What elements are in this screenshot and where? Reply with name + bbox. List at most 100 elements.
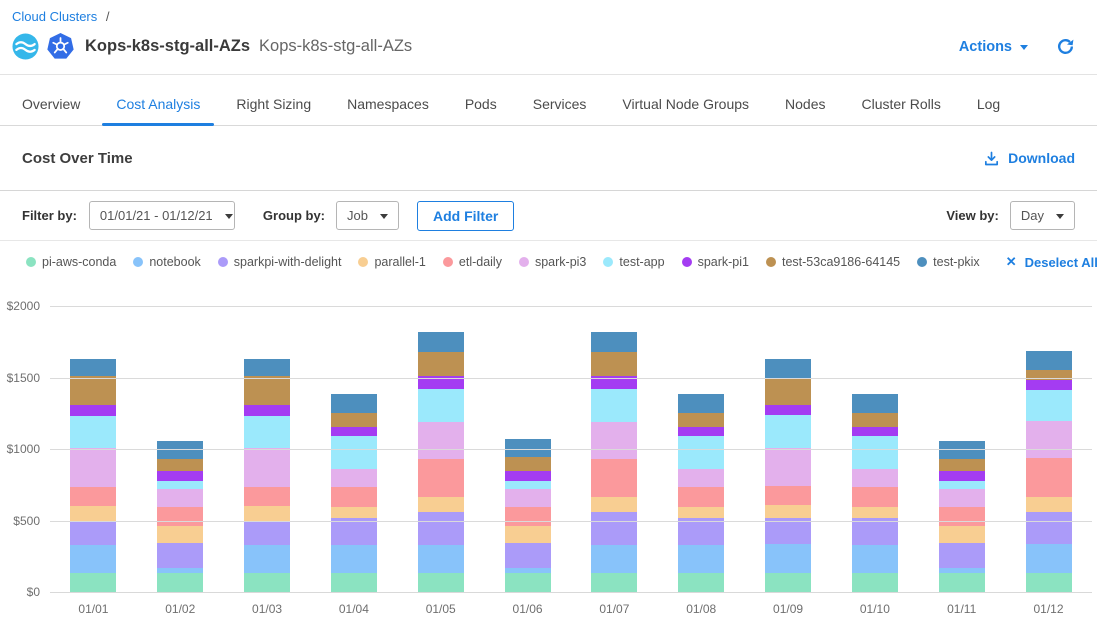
bar-segment-spark-pi1[interactable] [505, 471, 551, 481]
breadcrumb-cloud-clusters-link[interactable]: Cloud Clusters [12, 9, 97, 24]
bar-segment-parallel-1[interactable] [331, 507, 377, 519]
bar-segment-sparkpi-with-delight[interactable] [505, 543, 551, 569]
bar-segment-test-pkix[interactable] [765, 359, 811, 378]
bar-segment-pi-aws-conda[interactable] [505, 573, 551, 592]
view-by-select[interactable]: Day [1010, 201, 1075, 230]
bar-segment-parallel-1[interactable] [591, 497, 637, 512]
bar-segment-sparkpi-with-delight[interactable] [591, 512, 637, 545]
bar-segment-pi-aws-conda[interactable] [1026, 573, 1072, 592]
tab-right-sizing[interactable]: Right Sizing [222, 75, 325, 125]
bar-segment-test-53ca9186-64145[interactable] [418, 352, 464, 376]
bar-segment-spark-pi3[interactable] [505, 489, 551, 507]
bar-segment-notebook[interactable] [1026, 544, 1072, 573]
bar-segment-test-53ca9186-64145[interactable] [244, 376, 290, 405]
bar-segment-spark-pi3[interactable] [765, 448, 811, 486]
bar-segment-notebook[interactable] [591, 545, 637, 574]
bar-segment-spark-pi1[interactable] [244, 405, 290, 417]
bar-segment-test-53ca9186-64145[interactable] [505, 457, 551, 471]
bar-segment-test-app[interactable] [591, 389, 637, 422]
tab-nodes[interactable]: Nodes [771, 75, 839, 125]
legend-item-test-pkix[interactable]: test-pkix [917, 255, 980, 269]
bar-segment-pi-aws-conda[interactable] [418, 573, 464, 592]
bar-segment-test-app[interactable] [244, 416, 290, 448]
bar-segment-spark-pi1[interactable] [331, 427, 377, 436]
bar-segment-notebook[interactable] [678, 545, 724, 574]
bar-segment-sparkpi-with-delight[interactable] [765, 518, 811, 544]
bar-segment-test-pkix[interactable] [591, 332, 637, 351]
bar-segment-spark-pi3[interactable] [70, 448, 116, 487]
bar-segment-sparkpi-with-delight[interactable] [331, 518, 377, 545]
bar-segment-pi-aws-conda[interactable] [939, 573, 985, 592]
bar-segment-test-53ca9186-64145[interactable] [678, 413, 724, 427]
bar-segment-etl-daily[interactable] [591, 459, 637, 496]
bar-segment-test-app[interactable] [331, 436, 377, 468]
bar-segment-sparkpi-with-delight[interactable] [852, 518, 898, 545]
bar-segment-test-app[interactable] [418, 389, 464, 422]
bar-segment-spark-pi1[interactable] [678, 427, 724, 436]
bar-segment-test-pkix[interactable] [1026, 351, 1072, 370]
add-filter-button[interactable]: Add Filter [417, 201, 514, 231]
bar-segment-test-53ca9186-64145[interactable] [1026, 370, 1072, 380]
bar-segment-spark-pi3[interactable] [244, 448, 290, 487]
bar-segment-pi-aws-conda[interactable] [331, 573, 377, 592]
bar-segment-spark-pi1[interactable] [765, 405, 811, 415]
legend-item-test-app[interactable]: test-app [603, 255, 664, 269]
legend-item-sparkpi-with-delight[interactable]: sparkpi-with-delight [218, 255, 342, 269]
bar-segment-test-app[interactable] [505, 481, 551, 489]
bar-segment-test-pkix[interactable] [418, 332, 464, 351]
bar-segment-spark-pi3[interactable] [1026, 421, 1072, 458]
tab-pods[interactable]: Pods [451, 75, 511, 125]
bar-segment-test-app[interactable] [852, 436, 898, 468]
bar-segment-spark-pi3[interactable] [331, 469, 377, 487]
bar-segment-test-app[interactable] [765, 415, 811, 448]
download-button[interactable]: Download [983, 150, 1075, 167]
bar-segment-test-pkix[interactable] [678, 394, 724, 413]
bar-segment-test-53ca9186-64145[interactable] [331, 413, 377, 427]
bar-segment-test-app[interactable] [1026, 390, 1072, 421]
bar-segment-etl-daily[interactable] [1026, 458, 1072, 497]
group-by-select[interactable]: Job [336, 201, 399, 230]
bar-segment-spark-pi3[interactable] [852, 469, 898, 487]
tab-cost-analysis[interactable]: Cost Analysis [102, 75, 214, 125]
bar-segment-parallel-1[interactable] [852, 507, 898, 519]
bar-segment-test-53ca9186-64145[interactable] [157, 459, 203, 471]
bar-segment-etl-daily[interactable] [765, 486, 811, 505]
bar-segment-test-pkix[interactable] [505, 439, 551, 457]
bar-segment-parallel-1[interactable] [939, 526, 985, 543]
deselect-all-button[interactable]: ✕Deselect All [1006, 254, 1097, 270]
bar-segment-pi-aws-conda[interactable] [157, 573, 203, 592]
bar-segment-parallel-1[interactable] [157, 526, 203, 543]
bar-segment-notebook[interactable] [852, 545, 898, 574]
tab-cluster-rolls[interactable]: Cluster Rolls [847, 75, 954, 125]
bar-segment-test-pkix[interactable] [70, 359, 116, 376]
bar-segment-etl-daily[interactable] [418, 459, 464, 496]
legend-item-spark-pi1[interactable]: spark-pi1 [682, 255, 749, 269]
bar-segment-notebook[interactable] [244, 545, 290, 574]
tab-overview[interactable]: Overview [8, 75, 94, 125]
tab-services[interactable]: Services [519, 75, 601, 125]
bar-segment-parallel-1[interactable] [505, 526, 551, 543]
bar-segment-parallel-1[interactable] [765, 505, 811, 518]
legend-item-pi-aws-conda[interactable]: pi-aws-conda [26, 255, 116, 269]
bar-segment-etl-daily[interactable] [939, 507, 985, 526]
tab-namespaces[interactable]: Namespaces [333, 75, 443, 125]
bar-segment-notebook[interactable] [418, 545, 464, 574]
bar-segment-test-pkix[interactable] [244, 359, 290, 376]
bar-segment-sparkpi-with-delight[interactable] [418, 512, 464, 545]
bar-segment-parallel-1[interactable] [70, 506, 116, 522]
bar-segment-pi-aws-conda[interactable] [70, 573, 116, 592]
bar-segment-sparkpi-with-delight[interactable] [70, 522, 116, 545]
tab-log[interactable]: Log [963, 75, 1014, 125]
bar-segment-spark-pi1[interactable] [939, 471, 985, 481]
bar-segment-parallel-1[interactable] [1026, 497, 1072, 512]
bar-segment-test-53ca9186-64145[interactable] [852, 413, 898, 427]
bar-segment-spark-pi3[interactable] [157, 489, 203, 507]
bar-segment-parallel-1[interactable] [244, 506, 290, 522]
legend-item-spark-pi3[interactable]: spark-pi3 [519, 255, 586, 269]
bar-segment-test-pkix[interactable] [852, 394, 898, 413]
bar-segment-test-53ca9186-64145[interactable] [939, 459, 985, 471]
bar-segment-spark-pi1[interactable] [70, 405, 116, 417]
bar-segment-pi-aws-conda[interactable] [244, 573, 290, 592]
bar-segment-etl-daily[interactable] [244, 487, 290, 506]
bar-segment-spark-pi3[interactable] [939, 489, 985, 507]
